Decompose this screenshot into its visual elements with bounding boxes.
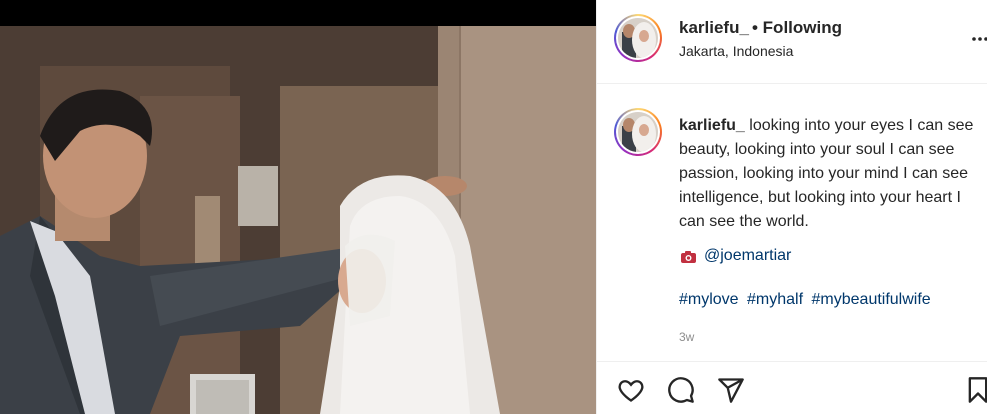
share-icon[interactable] [717,376,745,404]
action-bar [597,362,987,414]
bookmark-icon[interactable] [967,376,987,404]
hashtag-link[interactable]: #mylove [679,291,739,308]
location-link[interactable]: Jakarta, Indonesia [679,43,793,59]
camera-icon [681,250,696,263]
avatar[interactable] [614,14,662,62]
hashtag-link[interactable]: #myhalf [747,291,803,308]
credit-mention-link[interactable]: @joemartiar [704,247,791,265]
post-details-panel: karliefu_ • Following Jakarta, Indonesia… [596,0,987,414]
wedding-photo [0,26,596,414]
hashtag-link[interactable]: #mybeautifulwife [812,291,931,308]
photo-credit: @joemartiar [681,247,791,265]
post-header: karliefu_ • Following Jakarta, Indonesia [597,0,987,84]
post-photo[interactable] [0,0,596,414]
avatar-image [618,18,658,58]
more-options-icon[interactable] [970,28,987,48]
post-timestamp[interactable]: 3w [679,330,694,344]
caption-avatar[interactable] [614,108,662,156]
hashtags: #mylove #myhalf #mybeautifulwife [679,291,935,309]
heart-icon[interactable] [617,376,645,404]
caption-username[interactable]: karliefu_ [679,117,745,134]
caption-section: karliefu_ looking into your eyes I can s… [597,84,987,362]
caption-text: karliefu_ looking into your eyes I can s… [679,114,984,234]
following-status[interactable]: • Following [752,18,842,38]
username-link[interactable]: karliefu_ [679,18,749,38]
avatar-image [618,112,658,152]
comment-icon[interactable] [667,376,695,404]
